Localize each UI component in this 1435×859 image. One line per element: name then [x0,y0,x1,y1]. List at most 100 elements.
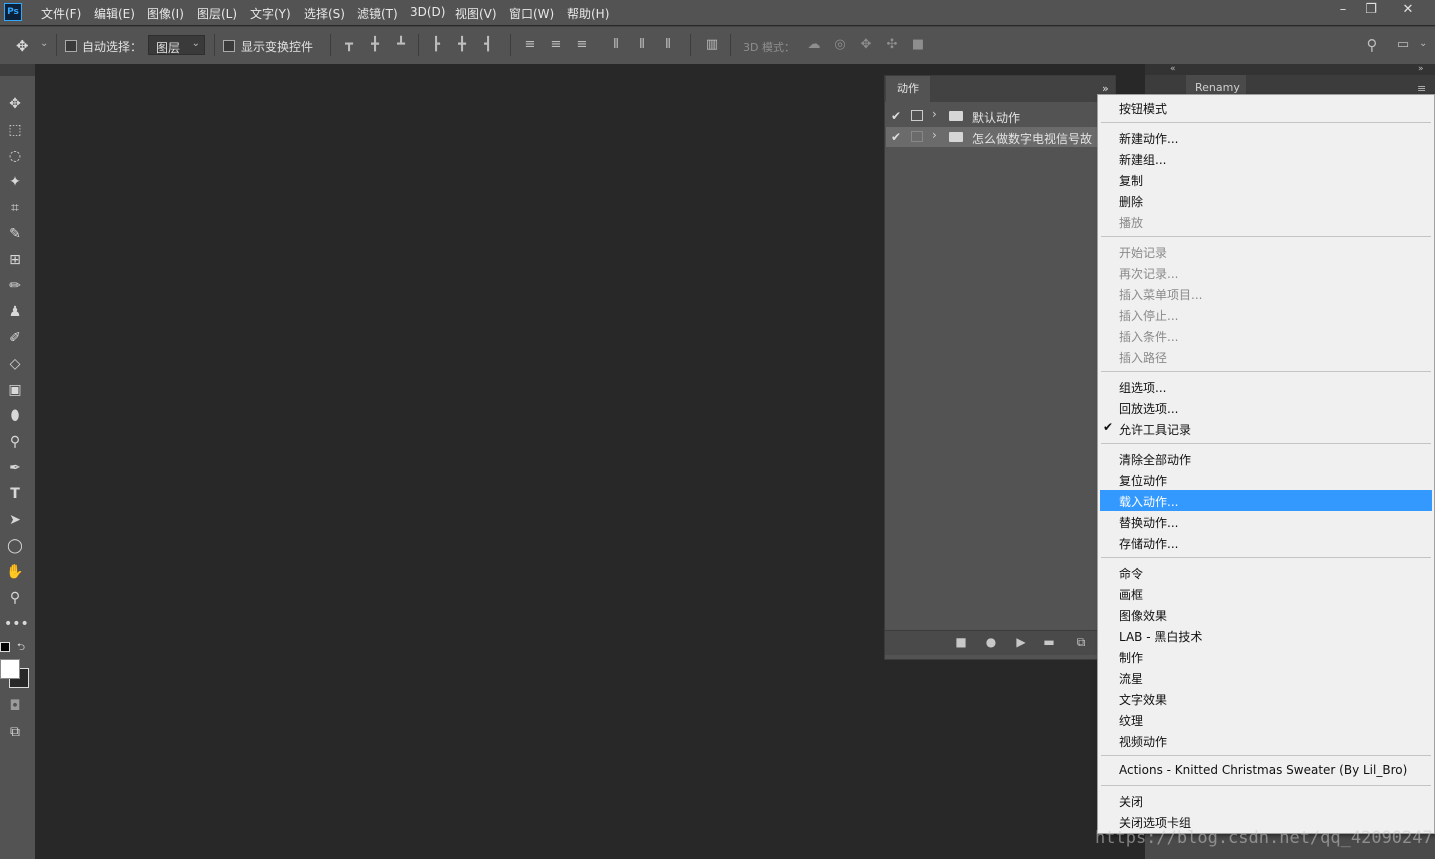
auto-align-icon[interactable]: ▥ [704,37,720,53]
3d-slide-icon[interactable]: ✣ [884,37,900,53]
magic-wand-icon[interactable]: ✦ [4,172,26,192]
chevron-right-icon[interactable]: › [932,107,937,121]
new-set-icon[interactable]: ▬ [1041,634,1057,650]
move-tool-icon[interactable]: ✥ [4,94,26,114]
dodge-tool-icon[interactable]: ⚲ [4,432,26,452]
foreground-color-swatch[interactable] [0,659,20,679]
check-icon[interactable]: ✔ [891,109,901,123]
chevron-down-icon[interactable]: ⌄ [1419,38,1427,49]
distribute-vcenter-icon[interactable]: ≡ [548,37,564,53]
menu-item[interactable]: 播放 [1100,211,1432,232]
align-bottom-icon[interactable]: ┻ [393,37,409,53]
3d-scale-icon[interactable]: ■ [910,37,926,53]
path-selection-icon[interactable]: ➤ [4,510,26,530]
more-tools-icon[interactable]: ••• [4,614,29,634]
distribute-hcenter-icon[interactable]: ⫴ [634,37,650,53]
auto-select-checkbox[interactable] [65,40,77,52]
menu-item[interactable]: 画框 [1100,583,1432,604]
chevron-down-icon[interactable]: ⌄ [40,38,48,49]
clone-stamp-icon[interactable]: ♟ [4,302,26,322]
3d-roll-icon[interactable]: ◎ [832,37,848,53]
menu-item[interactable]: LAB - 黑白技术 [1100,625,1432,646]
eraser-tool-icon[interactable]: ◇ [4,354,26,374]
menu-item[interactable]: 命令 [1100,562,1432,583]
menu-item[interactable]: 关闭 [1100,790,1432,811]
lasso-tool-icon[interactable]: ◌ [4,146,26,166]
chevron-right-icon[interactable]: › [932,128,937,142]
marquee-tool-icon[interactable]: ⬚ [4,120,26,140]
menu-item[interactable]: 按钮模式 [1100,97,1432,118]
menu-window[interactable]: 窗口(W) [509,5,554,22]
move-tool-icon[interactable]: ✥ [16,37,29,55]
menu-item[interactable]: 清除全部动作 [1100,448,1432,469]
menu-item[interactable]: 图像效果 [1100,604,1432,625]
stop-icon[interactable]: ■ [953,634,969,650]
type-tool-icon[interactable]: T [4,484,26,504]
menu-item[interactable]: 流星 [1100,667,1432,688]
menu-item[interactable]: 插入条件... [1100,325,1432,346]
menu-3d[interactable]: 3D(D) [410,5,445,19]
auto-select-dropdown[interactable]: 图层 ⌄ [148,35,205,55]
workspace-icon[interactable]: ▭ [1395,37,1411,53]
align-left-icon[interactable]: ┣ [428,37,444,53]
collapse-left-icon[interactable]: « [1170,64,1176,74]
distribute-top-icon[interactable]: ≡ [522,37,538,53]
menu-item[interactable]: 新建组... [1100,148,1432,169]
blur-tool-icon[interactable]: ⬮ [4,406,26,426]
menu-edit[interactable]: 编辑(E) [94,5,135,22]
toolbar-header[interactable] [0,64,35,76]
close-icon[interactable]: ✕ [1393,0,1423,22]
menu-item[interactable]: 复位动作 [1100,469,1432,490]
menu-item[interactable]: 视频动作 [1100,730,1432,751]
menu-item[interactable]: 插入停止... [1100,304,1432,325]
menu-layer[interactable]: 图层(L) [197,5,237,22]
align-hcenter-icon[interactable]: ╋ [454,37,470,53]
menu-item[interactable]: 替换动作... [1100,511,1432,532]
menu-select[interactable]: 选择(S) [304,5,345,22]
ellipse-tool-icon[interactable]: ◯ [4,536,26,556]
align-right-icon[interactable]: ┫ [480,37,496,53]
zoom-tool-icon[interactable]: ⚲ [4,588,26,608]
restore-icon[interactable]: ❐ [1356,0,1386,22]
new-action-icon[interactable]: ⧉ [1073,634,1089,650]
menu-view[interactable]: 视图(V) [455,5,497,22]
collapse-right-icon[interactable]: » [1418,64,1424,74]
screen-mode-icon[interactable]: ⧉ [4,722,26,742]
search-icon[interactable]: ⚲ [1364,37,1380,53]
eyedropper-icon[interactable]: ✎ [4,224,26,244]
menu-item[interactable]: 制作 [1100,646,1432,667]
menu-item[interactable]: 插入路径 [1100,346,1432,367]
menu-help[interactable]: 帮助(H) [567,5,609,22]
menu-item[interactable]: 删除 [1100,190,1432,211]
distribute-right-icon[interactable]: ⫴ [660,37,676,53]
pen-tool-icon[interactable]: ✒ [4,458,26,478]
tab-actions[interactable]: 动作 [886,76,930,102]
distribute-left-icon[interactable]: ⫴ [608,37,624,53]
menu-item[interactable]: 文字效果 [1100,688,1432,709]
history-brush-icon[interactable]: ✐ [4,328,26,348]
menu-item[interactable]: 组选项... [1100,376,1432,397]
menu-item[interactable]: ✔ 允许工具记录 [1100,418,1432,439]
align-top-icon[interactable]: ┳ [341,37,357,53]
crop-tool-icon[interactable]: ⌗ [4,198,26,218]
menu-item[interactable]: 存储动作... [1100,532,1432,553]
menu-image[interactable]: 图像(I) [147,5,184,22]
swap-colors-icon[interactable]: ⮌ [17,640,25,657]
dialog-toggle-icon[interactable] [911,110,923,121]
distribute-bottom-icon[interactable]: ≡ [574,37,590,53]
menu-item[interactable]: 纹理 [1100,709,1432,730]
menu-item[interactable]: 再次记录... [1100,262,1432,283]
check-icon[interactable]: ✔ [891,130,901,144]
menu-item[interactable]: Actions - Knitted Christmas Sweater (By … [1100,760,1432,781]
menu-item[interactable]: 回放选项... [1100,397,1432,418]
show-transform-checkbox[interactable] [223,40,235,52]
menu-item[interactable]: 新建动作... [1100,127,1432,148]
menu-type[interactable]: 文字(Y) [250,5,291,22]
minimize-icon[interactable]: – [1328,0,1358,22]
menu-item[interactable]: 开始记录 [1100,241,1432,262]
align-vcenter-icon[interactable]: ╋ [367,37,383,53]
record-icon[interactable]: ● [983,634,999,650]
3d-pan-icon[interactable]: ✥ [858,37,874,53]
menu-item[interactable]: 复制 [1100,169,1432,190]
play-icon[interactable]: ▶ [1013,634,1029,650]
